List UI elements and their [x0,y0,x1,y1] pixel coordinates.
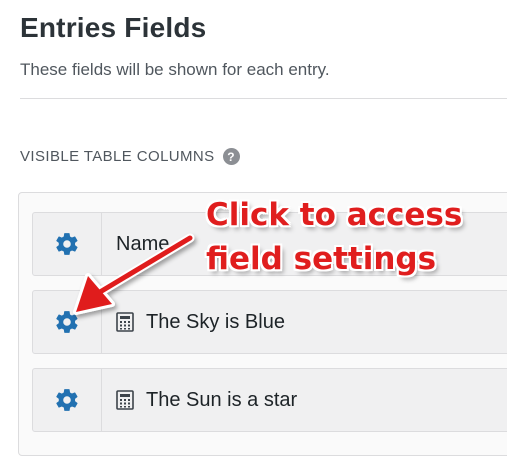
annotation-line-1: Click to access [206,197,463,233]
column-row[interactable]: The Sky is Blue [32,290,507,354]
section-header: VISIBLE TABLE COLUMNS ? [20,148,240,165]
calculator-icon [116,390,134,410]
page-subtitle: These fields will be shown for each entr… [20,60,330,79]
page-title: Entries Fields [20,12,207,43]
header-divider [20,98,507,99]
field-label: The Sun is a star [146,388,298,411]
section-label: VISIBLE TABLE COLUMNS [20,148,215,165]
calculator-icon [116,312,134,332]
field-label: Name [116,232,170,255]
annotation-line-2: field settings [206,241,437,277]
field-cell: The Sun is a star [102,389,297,412]
field-cell: Name [102,233,169,256]
field-settings-button[interactable] [33,369,102,431]
gear-icon [56,233,78,255]
gear-icon [56,389,78,411]
gear-icon [56,311,78,333]
column-row[interactable]: The Sun is a star [32,368,507,432]
field-cell: The Sky is Blue [102,311,285,334]
question-circle-icon[interactable]: ? [222,148,240,165]
field-settings-button[interactable] [33,213,102,275]
field-settings-button[interactable] [33,291,102,353]
field-label: The Sky is Blue [146,310,285,333]
annotation-callout: Click to access field settings [206,193,462,281]
